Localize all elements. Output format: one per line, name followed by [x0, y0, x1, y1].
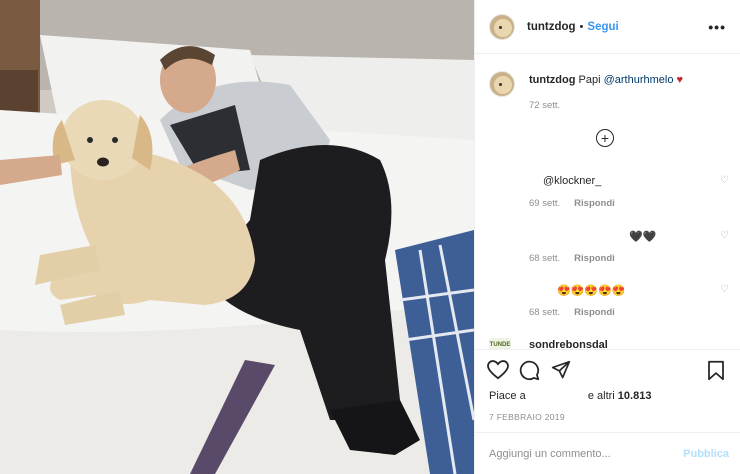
post-photo[interactable]	[0, 0, 474, 474]
red-heart-emoji: ♥	[676, 74, 684, 86]
likes-prefix: Piace a	[489, 390, 526, 402]
comment-like-icon[interactable]: ♡	[720, 175, 729, 186]
comment-text: 🖤🖤	[629, 231, 657, 243]
caption-text: tuntzdog Papi @arthurhmelo ♥	[529, 74, 683, 86]
commenter-avatar[interactable]: TUNDE	[489, 338, 511, 349]
reply-button[interactable]: Rispondi	[574, 307, 615, 318]
caption-mention[interactable]: @arthurhmelo	[604, 74, 674, 86]
caption-time[interactable]: 72 sett.	[529, 100, 560, 111]
comment-like-icon[interactable]: ♡	[720, 230, 729, 241]
separator-dot: •	[579, 20, 584, 33]
comment-like-icon[interactable]: ♡	[720, 284, 729, 295]
publish-button[interactable]: Pubblica	[683, 448, 729, 460]
caption-username[interactable]: tuntzdog	[529, 74, 575, 86]
comment-meta: 69 sett. Rispondi	[529, 198, 615, 209]
author-avatar[interactable]	[489, 13, 515, 40]
post-date[interactable]: 7 FEBBRAIO 2019	[489, 412, 565, 422]
comment-text: 😍😍😍😍😍	[557, 285, 626, 297]
caption-body: Papi	[578, 74, 601, 86]
save-bookmark-icon[interactable]	[707, 360, 725, 381]
likes-suffix: e altri	[587, 390, 615, 402]
comment-item: TUNDE sondrebonsdal	[489, 338, 608, 349]
comment-time[interactable]: 68 sett.	[529, 307, 560, 318]
action-icons	[487, 360, 729, 382]
likes-summary[interactable]: Piace a e altri 10.813	[489, 390, 651, 402]
comment-meta: 68 sett. Rispondi	[529, 307, 615, 318]
commenter-username[interactable]: sondrebonsdal	[529, 339, 608, 349]
post-actions: Piace a e altri 10.813 7 FEBBRAIO 2019 P…	[475, 349, 740, 474]
add-comment-bar: Pubblica	[475, 432, 740, 474]
comment-icon[interactable]	[519, 360, 540, 381]
reply-button[interactable]: Rispondi	[574, 253, 615, 264]
reply-button[interactable]: Rispondi	[574, 198, 615, 209]
follow-button[interactable]: Segui	[587, 21, 618, 33]
comment-time[interactable]: 69 sett.	[529, 198, 560, 209]
caption-avatar[interactable]	[489, 71, 515, 97]
comments-list[interactable]: tuntzdog Papi @arthurhmelo ♥ 72 sett. + …	[475, 55, 740, 349]
likes-count[interactable]: 10.813	[618, 390, 652, 402]
comment-meta: 68 sett. Rispondi	[529, 253, 615, 264]
more-options-icon[interactable]: •••	[708, 19, 726, 35]
load-more-comments-icon[interactable]: +	[596, 129, 614, 147]
post-header: tuntzdog • Segui •••	[475, 0, 740, 54]
comment-time[interactable]: 68 sett.	[529, 253, 560, 264]
share-icon[interactable]	[551, 360, 571, 380]
comment-text: @klockner_	[543, 175, 602, 187]
photo-illustration	[0, 0, 474, 474]
post-side-panel: tuntzdog • Segui ••• tuntzdog Papi @arth…	[474, 0, 740, 474]
author-username[interactable]: tuntzdog	[527, 21, 576, 33]
add-comment-input[interactable]	[489, 445, 669, 463]
heart-icon[interactable]	[487, 360, 509, 380]
